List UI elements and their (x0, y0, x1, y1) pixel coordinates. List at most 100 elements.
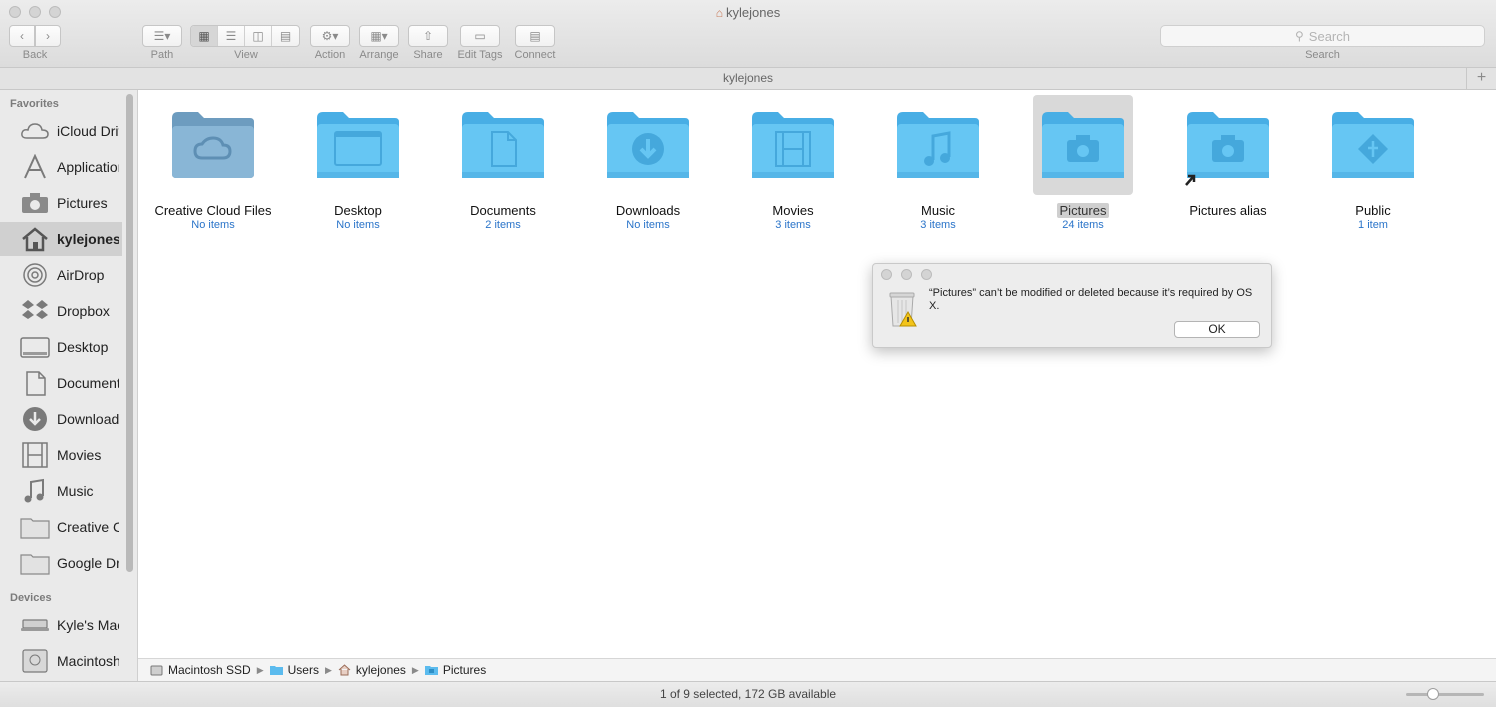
path-segment[interactable]: Users (269, 663, 319, 677)
tab-title[interactable]: kylejones (723, 71, 773, 85)
dialog-close-button[interactable] (881, 269, 892, 280)
path-label: Path (150, 49, 174, 61)
folder-item[interactable]: Desktop No items (285, 95, 431, 231)
folder-icon (20, 554, 50, 575)
folder-item[interactable]: Movies 3 items (720, 95, 866, 231)
item-count: No items (336, 219, 380, 231)
chevron-right-icon: ▶ (324, 664, 332, 675)
path-segment[interactable]: kylejones (338, 663, 406, 677)
item-name: Public (1355, 203, 1391, 218)
path-segment-label: Users (287, 663, 319, 677)
sidebar-item-pictures[interactable]: Pictures (0, 186, 122, 220)
folder-icon-wrap (598, 95, 698, 195)
item-count: 1 item (1358, 219, 1388, 231)
dialog-zoom-button[interactable] (921, 269, 932, 280)
columns-icon: ◫ (252, 29, 264, 43)
arrange-button[interactable]: ▦▾ (359, 25, 399, 47)
icon-size-slider-track[interactable] (1406, 693, 1484, 696)
connect-label: Connect (514, 49, 556, 61)
chevron-left-icon: ‹ (20, 29, 24, 43)
action-button[interactable]: ⚙▾ (310, 25, 350, 47)
item-name: Pictures alias (1189, 203, 1267, 218)
path-segment[interactable]: Pictures (424, 663, 486, 677)
sidebar-item-music[interactable]: Music (0, 474, 122, 508)
folder-item[interactable]: Documents 2 items (430, 95, 576, 231)
folder-item-selected[interactable]: Pictures 24 items (1010, 95, 1156, 231)
folder-icon-wrap (743, 95, 843, 195)
selected-name-highlight: Pictures (1056, 203, 1110, 218)
sidebar-item-macbook[interactable]: Kyle's MacBook (0, 608, 122, 642)
sidebar-item-home[interactable]: kylejones (0, 222, 122, 256)
sidebar: Favorites iCloud Drive Applications Pict… (0, 90, 138, 682)
trash-warning-icon (889, 292, 917, 327)
sidebar-item-icloud[interactable]: iCloud Drive (0, 114, 122, 148)
sidebar-scrollbar[interactable] (126, 94, 133, 572)
sidebar-item-label: Movies (57, 447, 102, 463)
sidebar-item-desktop[interactable]: Desktop (0, 330, 122, 364)
connect-icon: ▤ (529, 29, 541, 43)
sidebar-item-creative-cloud[interactable]: Creative Cloud Files (0, 510, 122, 544)
folder-item[interactable]: Downloads No items (575, 95, 721, 231)
sidebar-item-downloads[interactable]: Downloads (0, 402, 122, 436)
tag-icon: ▭ (474, 29, 486, 43)
folder-item[interactable]: Public 1 item (1300, 95, 1446, 231)
sidebar-item-google-drive[interactable]: Google Drive (0, 546, 122, 580)
icon-size-slider-knob[interactable] (1427, 688, 1439, 700)
column-view-button[interactable]: ◫ (245, 26, 272, 46)
item-name: Desktop (334, 203, 382, 218)
sidebar-item-label: Creative Cloud Files (57, 519, 119, 535)
folder-item[interactable]: Creative Cloud Files No items (140, 95, 286, 231)
sidebar-item-label: Google Drive (57, 555, 119, 571)
sidebar-item-macintosh-ssd[interactable]: Macintosh SSD (0, 644, 122, 678)
folder-icon (20, 518, 50, 539)
grid-icon: ▦ (198, 29, 210, 43)
alias-item[interactable]: Pictures alias (1155, 95, 1301, 219)
dialog-minimize-button[interactable] (901, 269, 912, 280)
sidebar-item-label: kylejones (57, 231, 119, 247)
search-label: Search (1305, 49, 1340, 61)
sidebar-item-label: Documents (57, 375, 119, 391)
folder-icon-wrap (1033, 95, 1133, 195)
list-icon: ☰ (225, 29, 237, 43)
sidebar-item-airdrop[interactable]: AirDrop (0, 258, 122, 292)
search-input[interactable]: ⚲ Search (1160, 25, 1485, 47)
music-icon (24, 478, 44, 503)
list-view-button[interactable]: ☰ (218, 26, 245, 46)
ok-button[interactable]: OK (1174, 321, 1260, 338)
sidebar-item-label: iCloud Drive (57, 123, 119, 139)
item-count: 3 items (775, 219, 811, 231)
laptop-icon (21, 619, 49, 631)
sidebar-item-label: AirDrop (57, 267, 105, 283)
music-folder-icon (897, 112, 979, 178)
item-name: Documents (470, 203, 536, 218)
item-name: Pictures (1010, 203, 1156, 218)
new-tab-button[interactable]: + (1466, 68, 1496, 90)
back-button[interactable]: ‹ (9, 25, 35, 47)
forward-button[interactable]: › (35, 25, 61, 47)
sidebar-item-label: Kyle's MacBook (57, 617, 119, 633)
pictures-alias-folder-icon (1187, 112, 1269, 178)
folder-item[interactable]: Music 3 items (865, 95, 1011, 231)
cover-flow-button[interactable]: ▤ (272, 26, 299, 46)
window-toolbar: ⌂ kylejones ‹ › Back ☰▾ Path ▦ ☰ ◫ ▤ View… (0, 0, 1496, 68)
icon-view-button[interactable]: ▦ (191, 26, 218, 46)
sidebar-item-label: Dropbox (57, 303, 110, 319)
disk-icon (150, 665, 163, 676)
path-segment[interactable]: Macintosh SSD (150, 663, 251, 677)
share-button[interactable]: ⇧ (408, 25, 448, 47)
edit-tags-label: Edit Tags (457, 49, 503, 61)
path-button[interactable]: ☰▾ (142, 25, 182, 47)
file-icon-view: Creative Cloud Files No items Desktop No… (138, 90, 1496, 658)
sidebar-item-label: Downloads (57, 411, 119, 427)
sidebar-item-documents[interactable]: Documents (0, 366, 122, 400)
camera-icon (22, 193, 48, 213)
sidebar-item-movies[interactable]: Movies (0, 438, 122, 472)
item-count: 2 items (485, 219, 521, 231)
sidebar-item-applications[interactable]: Applications (0, 150, 122, 184)
edit-tags-button[interactable]: ▭ (460, 25, 500, 47)
gear-icon: ⚙▾ (321, 29, 339, 43)
sidebar-item-dropbox[interactable]: Dropbox (0, 294, 122, 328)
desktop-folder-icon (317, 112, 399, 178)
sidebar-item-label: Desktop (57, 339, 109, 355)
connect-button[interactable]: ▤ (515, 25, 555, 47)
